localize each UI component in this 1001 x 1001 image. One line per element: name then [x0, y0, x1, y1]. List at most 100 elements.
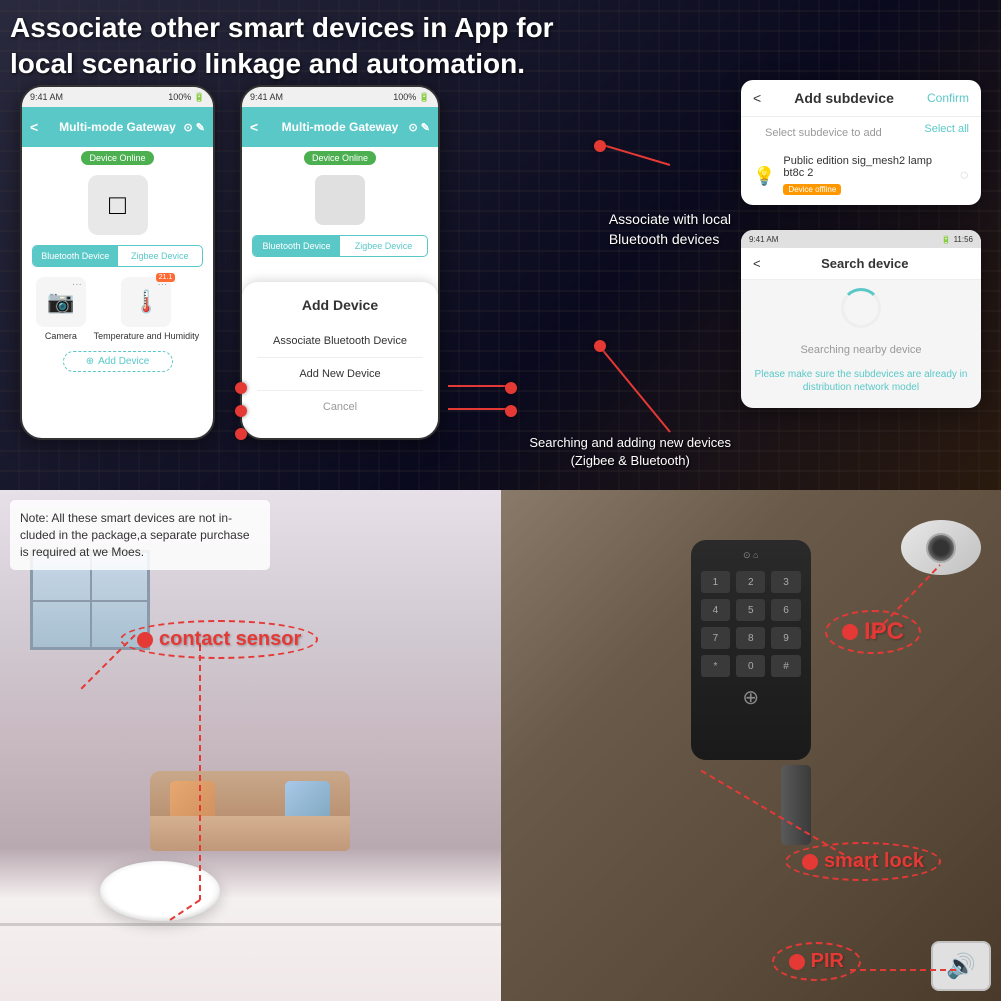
sofa-seat	[150, 816, 350, 851]
key-9: 9	[771, 627, 800, 649]
phone1-device-grid: 📷 ··· Camera 🌡️ ··· 21.1 Temperature and…	[22, 267, 213, 341]
phone2-battery: 100% 🔋	[393, 92, 430, 103]
key-2: 2	[736, 571, 765, 593]
phone1-tab-zigbee[interactable]: Zigbee Device	[118, 246, 203, 266]
search-back[interactable]: <	[753, 256, 761, 271]
connector-dot-3	[235, 428, 247, 440]
lock-keypad-grid: 1 2 3 4 5 6 7 8 9 * 0 #	[701, 571, 801, 677]
phone1-back-arrow[interactable]: <	[30, 119, 38, 135]
temp-value-badge: 21.1	[156, 273, 176, 282]
phone2-status-bar: 9:41 AM 100% 🔋	[242, 87, 438, 107]
ipc-annotation: IPC	[825, 610, 921, 654]
subdevice-status-badge: Device offline	[783, 184, 841, 195]
phone2-time: 9:41 AM	[250, 92, 283, 102]
key-star: *	[701, 655, 730, 677]
sofa-back	[150, 771, 350, 821]
connector-dot-1	[235, 382, 247, 394]
phone1-icons: ⊙ ✎	[184, 121, 206, 134]
select-all-btn[interactable]: Select all	[924, 123, 969, 135]
connector-dot-6	[594, 140, 606, 152]
key-1: 1	[701, 571, 730, 593]
phone1-temp-icon-box: 🌡️ ··· 21.1	[121, 277, 171, 327]
subdevice-back[interactable]: <	[753, 90, 761, 106]
speaker-icon: 🔊	[946, 952, 976, 981]
floor-line	[0, 923, 551, 926]
camera-lens	[926, 533, 956, 563]
phone2-title: Multi-mode Gateway	[282, 120, 399, 134]
top-section: Associate other smart devices in App for…	[0, 0, 1001, 490]
subdevice-row: 💡 Public edition sig_mesh2 lamp bt8c 2 D…	[741, 147, 981, 205]
pir-dot	[789, 954, 805, 970]
radio-button-unselected[interactable]: ○	[959, 167, 969, 185]
lock-keypad: ⊙ ⌂ 1 2 3 4 5 6 7 8 9 * 0 # ⊕	[691, 540, 811, 760]
connector-dot-2	[235, 405, 247, 417]
searching-spinner	[841, 288, 881, 328]
associate-bluetooth-option[interactable]: Associate Bluetooth Device	[257, 325, 423, 358]
phone1-device-icon: □	[88, 175, 148, 235]
cancel-option[interactable]: Cancel	[257, 391, 423, 423]
phone1-online-badge: Device Online	[81, 151, 153, 165]
phone2-tab-bluetooth[interactable]: Bluetooth Device	[253, 236, 340, 256]
bluetooth-annotation-text: Associate with local Bluetooth devices	[609, 211, 731, 247]
thermometer-icon: 🌡️	[133, 289, 160, 315]
key-0: 0	[736, 655, 765, 677]
phone1-tab-bluetooth[interactable]: Bluetooth Device	[33, 246, 118, 266]
contact-sensor-text: contact sensor	[159, 628, 301, 651]
phone1-camera-item: 📷 ··· Camera	[36, 277, 86, 341]
dialog-title: Add Device	[257, 297, 423, 313]
phone1-title: Multi-mode Gateway	[59, 120, 176, 134]
phone2-tab-zigbee[interactable]: Zigbee Device	[340, 236, 427, 256]
ipc-dot	[842, 624, 858, 640]
phone2-title-bar: < Multi-mode Gateway ⊙ ✎	[242, 107, 438, 147]
key-hash: #	[771, 655, 800, 677]
phone1-camera-label: Camera	[45, 331, 77, 341]
pillow-left	[170, 781, 215, 821]
ipc-text: IPC	[864, 618, 904, 646]
lock-brand: ⊙ ⌂	[701, 550, 801, 561]
camera-device	[901, 520, 981, 580]
pillow-right	[285, 781, 330, 821]
subdevice-header: < Add subdevice Confirm	[741, 80, 981, 117]
phone1-add-device-label: Add Device	[98, 356, 149, 367]
lock-body: ⊙ ⌂ 1 2 3 4 5 6 7 8 9 * 0 # ⊕	[691, 540, 811, 840]
phone1-title-bar: < Multi-mode Gateway ⊙ ✎	[22, 107, 213, 147]
phone1-camera-icon-box: 📷 ···	[36, 277, 86, 327]
phone1: 9:41 AM 100% 🔋 < Multi-mode Gateway ⊙ ✎ …	[20, 85, 215, 440]
key-4: 4	[701, 599, 730, 621]
lock-handle	[781, 765, 811, 845]
pir-text: PIR	[811, 950, 844, 973]
camera-dots: ···	[72, 279, 82, 290]
search-status-bar: 9:41 AM 🔋 11:56	[741, 230, 981, 248]
note-box: Note: All these smart devices are not in…	[10, 500, 270, 570]
camera-icon: 📷	[47, 289, 74, 315]
contact-sensor-dot	[137, 632, 153, 648]
select-subdevice-label: Select subdevice to add	[753, 119, 894, 143]
connector-dot-5	[505, 405, 517, 417]
phone1-status-bar: 9:41 AM 100% 🔋	[22, 87, 213, 107]
search-device-title: Search device	[761, 256, 969, 271]
phone2-online-badge: Device Online	[304, 151, 376, 165]
add-new-device-option[interactable]: Add New Device	[257, 358, 423, 391]
phone1-temp-item: 🌡️ ··· 21.1 Temperature and Humidity	[94, 277, 200, 341]
subdevice-confirm-btn[interactable]: Confirm	[927, 91, 969, 105]
phone2-icons: ⊙ ✎	[409, 121, 431, 134]
phone2-tabs: Bluetooth Device Zigbee Device	[252, 235, 428, 257]
phone1-temp-label: Temperature and Humidity	[94, 331, 200, 341]
subdevice-panel: < Add subdevice Confirm Select subdevice…	[741, 80, 981, 205]
pir-oval: PIR	[772, 942, 861, 981]
smart-lock-oval: smart lock	[785, 842, 941, 881]
connector-dot-7	[594, 340, 606, 352]
pir-device: 🔊	[931, 941, 991, 991]
phone1-add-device-btn[interactable]: ⊕ Add Device	[63, 351, 173, 372]
subdevice-title: Add subdevice	[761, 90, 927, 106]
key-8: 8	[736, 627, 765, 649]
phone2-device-icon	[315, 175, 365, 225]
pir-annotation: PIR	[772, 942, 861, 981]
smart-lock-text: smart lock	[824, 850, 924, 873]
phone2-back-arrow[interactable]: <	[250, 119, 258, 135]
search-battery: 🔋 11:56	[941, 235, 973, 244]
bluetooth-annotation: Associate with local Bluetooth devices	[609, 210, 731, 249]
header-title-text: Associate other smart devices in App for…	[10, 12, 554, 79]
key-7: 7	[701, 627, 730, 649]
key-6: 6	[771, 599, 800, 621]
